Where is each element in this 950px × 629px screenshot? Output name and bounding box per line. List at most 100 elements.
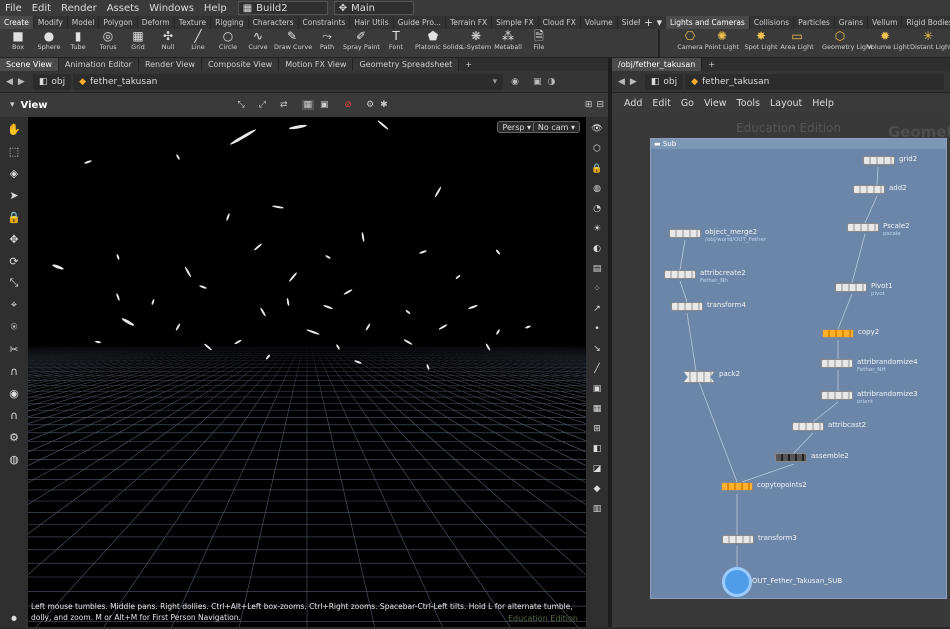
split-icon[interactable]: ⊟ — [596, 100, 604, 110]
render-region-icon[interactable]: ✱ — [380, 100, 388, 110]
forward-icon-right[interactable]: ▶ — [630, 77, 637, 87]
node-attribcreate2[interactable] — [664, 270, 696, 279]
shelf-tab-characters[interactable]: Characters — [249, 16, 299, 29]
right-path-node[interactable]: ◆ fether_takusan — [685, 73, 944, 90]
tab-animation-editor[interactable]: Animation Editor — [58, 58, 139, 71]
edge-icon[interactable]: ╱ — [589, 361, 605, 377]
shelf-tab-rigging[interactable]: Rigging — [211, 16, 249, 29]
subnet-box[interactable]: ▬ Sub object_merge2/obj/world/OUT_Fether… — [650, 138, 947, 599]
path-root[interactable]: ◧ obj — [32, 73, 72, 90]
shelf-tab-cloud-fx[interactable]: Cloud FX — [539, 16, 581, 29]
node-attribrandomize4[interactable] — [821, 359, 853, 368]
ghost-icon[interactable]: ◪ — [589, 461, 605, 477]
forward-icon[interactable]: ▶ — [18, 77, 25, 87]
shelf-tab-modify[interactable]: Modify — [34, 16, 68, 29]
persp-camera-menu[interactable]: Persp ▾ — [497, 121, 536, 133]
desktop-selector[interactable]: ▦ Build2 — [237, 1, 328, 15]
menu-assets[interactable]: Assets — [102, 3, 145, 14]
tool-font[interactable]: T Font — [378, 30, 414, 52]
node-assemble2[interactable] — [775, 453, 807, 462]
menu-edit[interactable]: Edit — [27, 3, 56, 14]
tab-motion-fx-view[interactable]: Motion FX View — [279, 58, 354, 71]
tool-file[interactable]: 🗎 File — [521, 30, 557, 52]
tool-spray-paint[interactable]: ✐ Spray Paint — [343, 30, 380, 52]
viewport-menu-icon[interactable]: ▾ — [10, 100, 15, 110]
select-tool-icon[interactable]: ⤡ — [238, 100, 245, 110]
back-icon-right[interactable]: ◀ — [618, 77, 625, 87]
particle-icon[interactable]: ⁘ — [589, 281, 605, 297]
tool-camera[interactable]: ⎔ Camera — [672, 30, 708, 52]
shelf-tab-deform[interactable]: Deform — [138, 16, 175, 29]
tool-platonic-solids[interactable]: ⬟ Platonic Solids — [415, 30, 462, 52]
lock-icon[interactable]: 🔒 — [4, 207, 24, 227]
rotate-icon[interactable]: ⟳ — [4, 251, 24, 271]
link2-icon[interactable]: ◑ — [547, 77, 555, 87]
shelf-tab-lights-and-cameras[interactable]: Lights and Cameras — [666, 16, 750, 29]
shelf-tab-terrain-fx[interactable]: Terrain FX — [446, 16, 493, 29]
menu-windows[interactable]: Windows — [144, 3, 199, 14]
tab-render-view[interactable]: Render View — [138, 58, 202, 71]
edit-icon[interactable]: ✂ — [4, 339, 24, 359]
point-icon[interactable]: • — [589, 321, 605, 337]
orbit-icon[interactable]: ◍ — [4, 449, 24, 469]
tab-geometry-spreadsheet[interactable]: Geometry Spreadsheet — [353, 58, 460, 71]
node-attribrandomize3[interactable] — [821, 391, 853, 400]
shelf-tab-sidefx-l[interactable]: SideFX L... — [618, 16, 640, 29]
bg-icon[interactable]: ▤ — [589, 261, 605, 277]
right-path-root[interactable]: ◧ obj — [644, 73, 684, 90]
tool-geometry-light[interactable]: ⬡ Geometry Light — [822, 30, 873, 52]
node-attribcast2[interactable] — [792, 422, 824, 431]
network-menu-layout[interactable]: Layout — [770, 98, 802, 109]
node-pscale2[interactable] — [847, 223, 879, 232]
vector-icon[interactable]: ↘ — [589, 341, 605, 357]
link-icon[interactable]: ▣ — [533, 77, 542, 87]
handle-tool-icon[interactable]: ⤢ — [259, 100, 266, 110]
network-menu-tools[interactable]: Tools — [737, 98, 760, 109]
cook-icon[interactable]: ⚙ — [4, 427, 24, 447]
handle-icon[interactable]: ⌖ — [4, 295, 24, 315]
add-pane-tab-icon[interactable]: + — [459, 58, 478, 71]
shelf-tab-polygon[interactable]: Polygon — [99, 16, 138, 29]
node-object-merge2[interactable] — [669, 229, 701, 238]
view-icon[interactable]: ◈ — [4, 163, 24, 183]
light-icon[interactable]: ◔ — [589, 201, 605, 217]
no-cam-menu[interactable]: No cam ▾ — [532, 121, 580, 133]
shelf-tab-simple-fx[interactable]: Simple FX — [492, 16, 539, 29]
pointer-icon[interactable]: ➤ — [4, 185, 24, 205]
shelf-tab-constraints[interactable]: Constraints — [299, 16, 351, 29]
scale-icon[interactable]: ⤡ — [4, 273, 24, 293]
shelf-tab-vellum[interactable]: Vellum — [868, 16, 903, 29]
ghost-icon[interactable]: ▦ — [301, 100, 315, 110]
scene-viewport[interactable]: Persp ▾ No cam ▾ Left mouse tumbles. Mid… — [28, 117, 586, 627]
network-menu-view[interactable]: View — [704, 98, 727, 109]
brush-icon[interactable]: ⍟ — [4, 317, 24, 337]
magnet2-icon[interactable]: ∩ — [4, 405, 24, 425]
shelf-tab-volume[interactable]: Volume — [581, 16, 618, 29]
dock-icon[interactable]: ⊞ — [585, 100, 593, 110]
menu-render[interactable]: Render — [56, 3, 102, 14]
uv-icon[interactable]: ▦ — [589, 401, 605, 417]
menu-help[interactable]: Help — [199, 3, 232, 14]
node-add2[interactable] — [853, 185, 885, 194]
shelf-tab-create[interactable]: Create — [0, 16, 34, 29]
wire-icon[interactable]: ⬡ — [589, 141, 605, 157]
tab-network-path[interactable]: /obj/fether_takusan — [612, 58, 703, 71]
prim-icon[interactable]: ▣ — [589, 381, 605, 397]
vis-icon[interactable]: ◆ — [589, 481, 605, 497]
node-transform4[interactable] — [671, 302, 703, 311]
network-menu-help[interactable]: Help — [812, 98, 834, 109]
node-pivot1[interactable] — [835, 283, 867, 292]
tool-volume-light[interactable]: ✹ Volume Light — [867, 30, 909, 52]
tool-curve[interactable]: ∿ Curve — [240, 30, 276, 52]
select-icon[interactable]: ⬚ — [4, 141, 24, 161]
grid-icon[interactable]: ⊞ — [589, 421, 605, 437]
snapshot-icon[interactable]: ◧ — [589, 441, 605, 457]
tab-scene-view[interactable]: Scene View — [0, 58, 59, 71]
path-node[interactable]: ◆ fether_takusan ▾ — [73, 73, 504, 90]
back-icon[interactable]: ◀ — [6, 77, 13, 87]
shading-icon[interactable]: ◐ — [589, 241, 605, 257]
tool-l-system[interactable]: ❋ L-System — [458, 30, 494, 52]
add-tab-icon[interactable]: + — [702, 58, 722, 71]
eye-icon[interactable]: 👁 — [589, 121, 605, 137]
render-icon[interactable]: ▥ — [589, 501, 605, 517]
